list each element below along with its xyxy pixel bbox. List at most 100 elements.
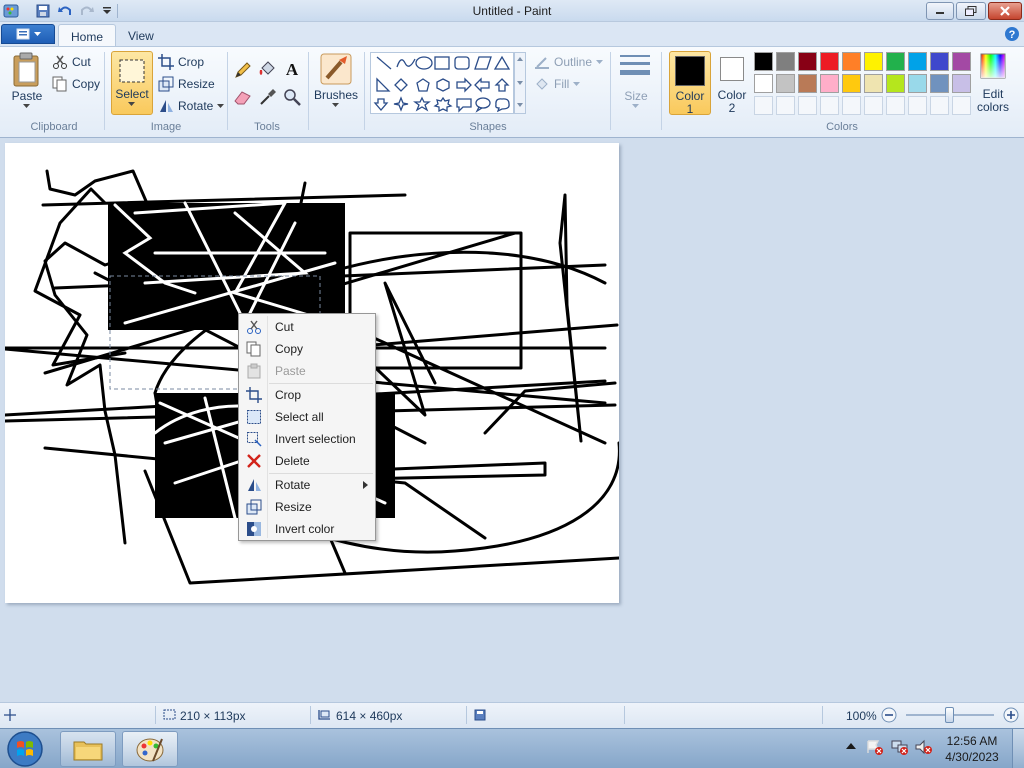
palette-swatch[interactable] [886, 52, 905, 71]
rotate-icon [241, 477, 267, 493]
resize-button[interactable]: Resize [158, 76, 215, 92]
tab-home[interactable]: Home [58, 24, 117, 47]
menu-item-rotate[interactable]: Rotate [241, 474, 373, 496]
palette-swatch[interactable] [798, 52, 817, 71]
outline-button[interactable]: Outline [534, 54, 604, 70]
palette-swatch[interactable] [776, 74, 795, 93]
palette-swatch[interactable] [886, 74, 905, 93]
size-button[interactable]: Size [618, 52, 654, 114]
copy-button[interactable]: Copy [52, 76, 100, 92]
palette-swatch-empty[interactable] [754, 96, 773, 115]
palette-swatch[interactable] [820, 52, 839, 71]
palette-swatch[interactable] [754, 52, 773, 71]
context-menu: Cut Copy Paste Crop Select all Invert se… [238, 313, 376, 541]
palette-swatch[interactable] [908, 74, 927, 93]
line-width-icon [620, 55, 650, 75]
palette-swatch[interactable] [864, 74, 883, 93]
start-button[interactable] [4, 729, 46, 768]
text-icon[interactable]: A [282, 59, 302, 79]
palette-swatch[interactable] [842, 52, 861, 71]
tab-view[interactable]: View [116, 24, 166, 46]
clock[interactable]: 12:56 AM 4/30/2023 [936, 733, 1008, 765]
palette-swatch[interactable] [842, 74, 861, 93]
palette-swatch[interactable] [864, 52, 883, 71]
zoom-in-button[interactable] [1003, 707, 1019, 723]
taskbar-paint[interactable] [122, 731, 178, 767]
size-label: Size [624, 89, 648, 103]
palette-swatch-empty[interactable] [908, 96, 927, 115]
menu-item-cut[interactable]: Cut [241, 316, 373, 338]
action-center-icon[interactable] [866, 739, 884, 755]
network-icon[interactable] [891, 739, 909, 755]
menu-item-select-all[interactable]: Select all [241, 406, 373, 428]
edit-colors-line2: colors [976, 100, 1009, 114]
image-group-label: Image [150, 121, 182, 133]
shapes-gallery[interactable] [370, 52, 514, 114]
select-label: Select [115, 87, 149, 101]
palette-swatch[interactable] [908, 52, 927, 71]
menu-item-copy[interactable]: Copy [241, 338, 373, 360]
fill-icon [536, 78, 548, 90]
palette-swatch-empty[interactable] [820, 96, 839, 115]
paint-menu-button[interactable] [1, 24, 55, 44]
crop-button[interactable]: Crop [158, 54, 204, 70]
fill-button[interactable]: Fill [534, 76, 581, 92]
color-picker-icon[interactable] [258, 87, 278, 107]
brushes-button[interactable]: Brushes [314, 52, 358, 114]
palette-swatch[interactable] [952, 52, 971, 71]
pencil-icon[interactable] [233, 60, 253, 80]
paste-button[interactable]: Paste [8, 52, 46, 114]
shapes-scroll[interactable] [514, 52, 526, 114]
zoom-slider-thumb[interactable] [945, 707, 954, 723]
palette-swatch-empty[interactable] [952, 96, 971, 115]
close-button[interactable] [988, 2, 1022, 20]
select-button[interactable]: Select [111, 51, 153, 115]
maximize-button[interactable] [956, 2, 986, 20]
windows-logo-icon [7, 731, 43, 767]
palette-swatch-empty[interactable] [930, 96, 949, 115]
palette-swatch[interactable] [952, 74, 971, 93]
menu-item-invert-color[interactable]: Invert color [241, 518, 373, 540]
palette-swatch[interactable] [798, 74, 817, 93]
palette-swatch-empty[interactable] [886, 96, 905, 115]
minimize-button[interactable] [926, 2, 954, 20]
palette-swatch[interactable] [930, 74, 949, 93]
menu-item-resize[interactable]: Resize [241, 496, 373, 518]
zoom-out-button[interactable] [881, 707, 897, 723]
chevron-down-icon [332, 103, 339, 107]
group-separator [308, 52, 309, 130]
color2-button[interactable]: Color 2 [714, 51, 750, 115]
magnifier-icon[interactable] [282, 87, 302, 107]
palette-swatch-empty[interactable] [842, 96, 861, 115]
color-spectrum-icon [980, 53, 1006, 79]
menu-item-invert-selection[interactable]: Invert selection [241, 428, 373, 450]
color-palette [754, 52, 976, 116]
menu-item-delete[interactable]: Delete [241, 450, 373, 472]
edit-colors-button[interactable]: Edit colors [976, 52, 1010, 114]
palette-swatch[interactable] [754, 74, 773, 93]
palette-swatch[interactable] [776, 52, 795, 71]
palette-swatch-empty[interactable] [864, 96, 883, 115]
palette-swatch-empty[interactable] [798, 96, 817, 115]
color1-button[interactable]: Color 1 [669, 51, 711, 116]
show-hidden-icons-button[interactable] [846, 742, 856, 750]
status-separator [624, 706, 625, 724]
menu-item-crop[interactable]: Crop [241, 384, 373, 406]
cut-button[interactable]: Cut [52, 54, 91, 70]
submenu-arrow-icon [363, 481, 368, 489]
show-desktop-button[interactable] [1012, 729, 1024, 768]
palette-swatch-empty[interactable] [776, 96, 795, 115]
palette-swatch[interactable] [930, 52, 949, 71]
selection-size-icon [163, 709, 177, 721]
menu-item-label: Resize [275, 500, 312, 514]
volume-icon[interactable] [915, 739, 933, 755]
help-icon[interactable]: ? [1004, 26, 1020, 42]
scissors-icon [53, 55, 67, 69]
taskbar-explorer[interactable] [60, 731, 116, 767]
rotate-button[interactable]: Rotate [158, 98, 225, 114]
minus-icon [881, 707, 897, 723]
fill-bucket-icon[interactable] [258, 60, 278, 80]
eraser-icon[interactable] [233, 87, 253, 107]
palette-swatch[interactable] [820, 74, 839, 93]
copy-icon [52, 76, 67, 92]
